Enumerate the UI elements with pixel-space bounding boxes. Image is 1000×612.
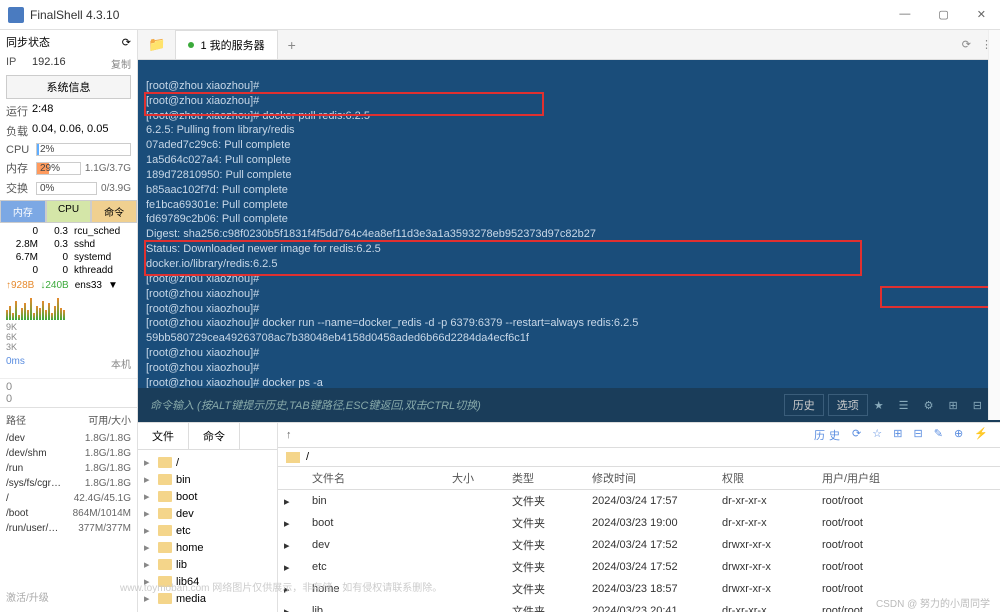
fp-toolbar-icons[interactable]: ⟳ ☆ ⊞ ⊟ ✎ ⊕ ⚡ <box>852 427 992 443</box>
status-dot <box>188 42 194 48</box>
disk-row: /run1.8G/1.8G <box>0 461 137 476</box>
swap-label: 交换 <box>6 180 32 196</box>
proc-tab-cmd[interactable]: 命令 <box>91 200 137 223</box>
fp-tab-files[interactable]: 文件 <box>138 423 189 449</box>
ip-value: 192.16 <box>32 56 66 71</box>
highlight-box <box>144 240 862 276</box>
disk-row: /dev1.8G/1.8G <box>0 431 137 446</box>
titlebar: FinalShell 4.3.10 — ▢ ✕ <box>0 0 1000 30</box>
highlight-box <box>880 286 992 308</box>
tree-node[interactable]: ▸dev <box>144 505 271 522</box>
ip-label: IP <box>6 56 32 71</box>
file-row[interactable]: ▸boot文件夹2024/03/23 19:00dr-xr-xr-xroot/r… <box>278 512 1000 534</box>
mem-bar: 29% <box>36 162 81 175</box>
net-stats: ↑928B↓240Bens33▼ <box>0 277 137 294</box>
new-tab-button[interactable]: + <box>278 37 306 53</box>
history-button[interactable]: 历史 <box>784 394 824 416</box>
right-bar <box>988 30 1000 420</box>
proc-tab-mem[interactable]: 内存 <box>0 200 46 223</box>
folder-icon[interactable]: 📁 <box>138 36 175 53</box>
disk-row: /42.4G/45.1G <box>0 491 137 506</box>
app-icon <box>8 7 24 23</box>
close-button[interactable]: ✕ <box>971 6 992 23</box>
tab-server[interactable]: 1 我的服务器 <box>175 30 277 59</box>
copy-button[interactable]: 复制 <box>111 56 131 71</box>
cmdbar-icons[interactable]: ★ ☰ ⚙ ⊞ ⊟ <box>874 399 988 412</box>
sync-icon[interactable]: ⟳ <box>122 36 131 49</box>
fp-tab-cmd[interactable]: 命令 <box>189 423 240 449</box>
file-row[interactable]: ▸dev文件夹2024/03/24 17:52drwxr-xr-xroot/ro… <box>278 534 1000 556</box>
proc-list: 00.3rcu_sched 2.8M0.3sshd 6.7M0systemd 0… <box>0 225 137 277</box>
file-row[interactable]: ▸bin文件夹2024/03/24 17:57dr-xr-xr-xroot/ro… <box>278 490 1000 512</box>
folder-icon <box>286 452 300 463</box>
latency-value: 0ms <box>6 356 25 371</box>
refresh-icon[interactable]: ⟳ <box>962 38 971 51</box>
sync-status-label: 同步状态 <box>6 34 50 50</box>
tree-node[interactable]: ▸boot <box>144 488 271 505</box>
disk-row: /dev/shm1.8G/1.8G <box>0 446 137 461</box>
path-text[interactable]: / <box>306 451 309 463</box>
terminal[interactable]: [root@zhou xiaozhou]# [root@zhou xiaozho… <box>138 60 1000 388</box>
runtime-label: 运行 <box>6 103 32 119</box>
window-controls: — ▢ ✕ <box>893 6 992 23</box>
app-title: FinalShell 4.3.10 <box>30 8 893 22</box>
sidebar: 同步状态 ⟳ IP192.16 复制 系统信息 运行2:48 负载0.04, 0.0… <box>0 30 138 612</box>
mem-label: 内存 <box>6 160 32 176</box>
disk-row: /run/user/…377M/377M <box>0 521 137 536</box>
cmd-hint[interactable]: 命令输入 (按ALT键提示历史,TAB键路径,ESC键返回,双击CTRL切换) <box>150 397 780 413</box>
tabbar: 📁 1 我的服务器 + ⟳⋮ <box>138 30 1000 60</box>
footer-credit: CSDN @ 努力的小周同学 <box>876 595 990 610</box>
net-dropdown[interactable]: ▼ <box>108 280 118 291</box>
runtime-value: 2:48 <box>32 103 53 119</box>
fp-history[interactable]: 历史 <box>814 427 844 443</box>
watermark-site: www.toymoban.com 网络图片仅供展示，非存储，如有侵权请联系删除。 <box>120 579 442 594</box>
up-icon[interactable]: ↑ <box>286 429 292 441</box>
disk-row: /boot864M/1014M <box>0 506 137 521</box>
minimize-button[interactable]: — <box>893 6 916 23</box>
sysinfo-button[interactable]: 系统信息 <box>6 75 131 99</box>
maximize-button[interactable]: ▢ <box>932 6 954 23</box>
command-bar: 命令输入 (按ALT键提示历史,TAB键路径,ESC键返回,双击CTRL切换) … <box>138 388 1000 422</box>
watermark-activate[interactable]: 激活/升级 <box>6 589 49 604</box>
tree-node[interactable]: ▸lib <box>144 556 271 573</box>
highlight-box <box>144 92 544 116</box>
proc-tab-cpu[interactable]: CPU <box>46 200 92 223</box>
cpu-label: CPU <box>6 144 32 156</box>
options-button[interactable]: 选项 <box>828 394 868 416</box>
net-sparkline <box>6 296 131 320</box>
tree-root[interactable]: ▸/ <box>144 454 271 471</box>
tree-node[interactable]: ▸home <box>144 539 271 556</box>
load-label: 负载 <box>6 123 32 139</box>
tree-node[interactable]: ▸bin <box>144 471 271 488</box>
latency-host: 本机 <box>111 356 131 371</box>
cpu-bar: 2% <box>36 143 131 156</box>
file-row[interactable]: ▸etc文件夹2024/03/24 17:52drwxr-xr-xroot/ro… <box>278 556 1000 578</box>
proc-tabs: 内存 CPU 命令 <box>0 200 137 223</box>
swap-bar: 0% <box>36 182 97 195</box>
load-value: 0.04, 0.06, 0.05 <box>32 123 108 139</box>
disk-row: /sys/fs/cgr…1.8G/1.8G <box>0 476 137 491</box>
file-header: 文件名大小类型修改时间权限用户/用户组 <box>278 467 1000 490</box>
tree-node[interactable]: ▸etc <box>144 522 271 539</box>
